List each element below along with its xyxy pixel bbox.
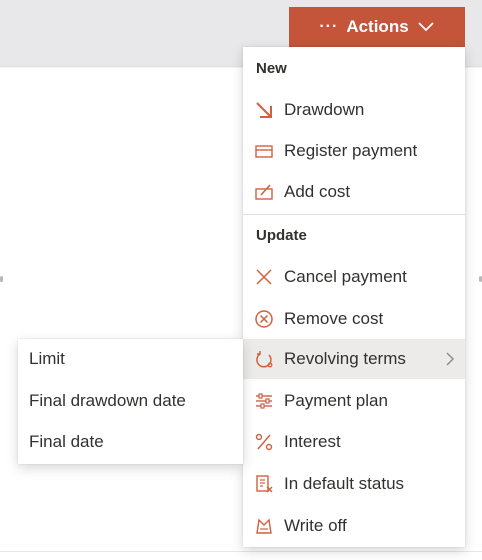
- menu-item-revolving-terms[interactable]: Revolving terms: [243, 339, 465, 379]
- actions-button[interactable]: ··· Actions: [289, 7, 465, 47]
- menu-item-label: Drawdown: [284, 100, 365, 119]
- menu-item-payment-plan[interactable]: Payment plan: [243, 381, 465, 421]
- menu-item-add-cost[interactable]: Add cost: [243, 172, 465, 212]
- menu-item-label: Payment plan: [284, 391, 388, 410]
- menu-item-label: Cancel payment: [284, 267, 407, 286]
- left-edge-handle: [0, 276, 3, 282]
- edit-card-icon: [253, 181, 275, 203]
- arrow-down-right-icon: [253, 99, 275, 121]
- menu-item-remove-cost[interactable]: Remove cost: [243, 299, 465, 339]
- chevron-down-icon: [417, 21, 435, 33]
- menu-item-interest[interactable]: Interest: [243, 422, 465, 462]
- card-icon: [253, 140, 275, 162]
- circle-x-icon: [253, 308, 275, 330]
- menu-item-label: Remove cost: [284, 309, 384, 328]
- more-dots-icon: ···: [319, 18, 339, 35]
- revolving-icon: [253, 348, 275, 370]
- bottom-divider: [0, 551, 482, 552]
- actions-button-label: Actions: [346, 17, 409, 36]
- menu-item-label: Register payment: [284, 141, 418, 160]
- menu-item-label: Write off: [284, 516, 347, 535]
- menu-item-register-payment[interactable]: Register payment: [243, 131, 465, 171]
- write-off-icon: [253, 515, 275, 537]
- submenu-item-limit[interactable]: Limit: [18, 339, 243, 379]
- menu-item-label: Interest: [284, 432, 341, 451]
- menu-item-cancel-payment[interactable]: Cancel payment: [243, 257, 465, 297]
- menu-item-in-default-status[interactable]: In default status: [243, 464, 465, 504]
- percent-icon: [253, 431, 275, 453]
- revolving-terms-submenu: Limit Final drawdown date Final date: [18, 339, 243, 464]
- menu-separator: [243, 214, 465, 215]
- menu-item-label: Add cost: [284, 182, 351, 201]
- menu-section-update-header: Update: [256, 227, 307, 244]
- menu-item-label: Revolving terms: [284, 349, 406, 368]
- submenu-item-final-date[interactable]: Final date: [18, 422, 243, 462]
- actions-menu: New Drawdown Register payment Add cost U…: [243, 47, 465, 547]
- document-x-icon: [253, 473, 275, 495]
- menu-item-write-off[interactable]: Write off: [243, 506, 465, 546]
- menu-item-drawdown[interactable]: Drawdown: [243, 90, 465, 130]
- submenu-item-final-drawdown-date[interactable]: Final drawdown date: [18, 381, 243, 421]
- menu-section-new-header: New: [256, 60, 287, 77]
- sliders-icon: [253, 390, 275, 412]
- close-icon: [253, 266, 275, 288]
- chevron-right-icon: [445, 351, 455, 372]
- menu-item-label: In default status: [284, 474, 405, 493]
